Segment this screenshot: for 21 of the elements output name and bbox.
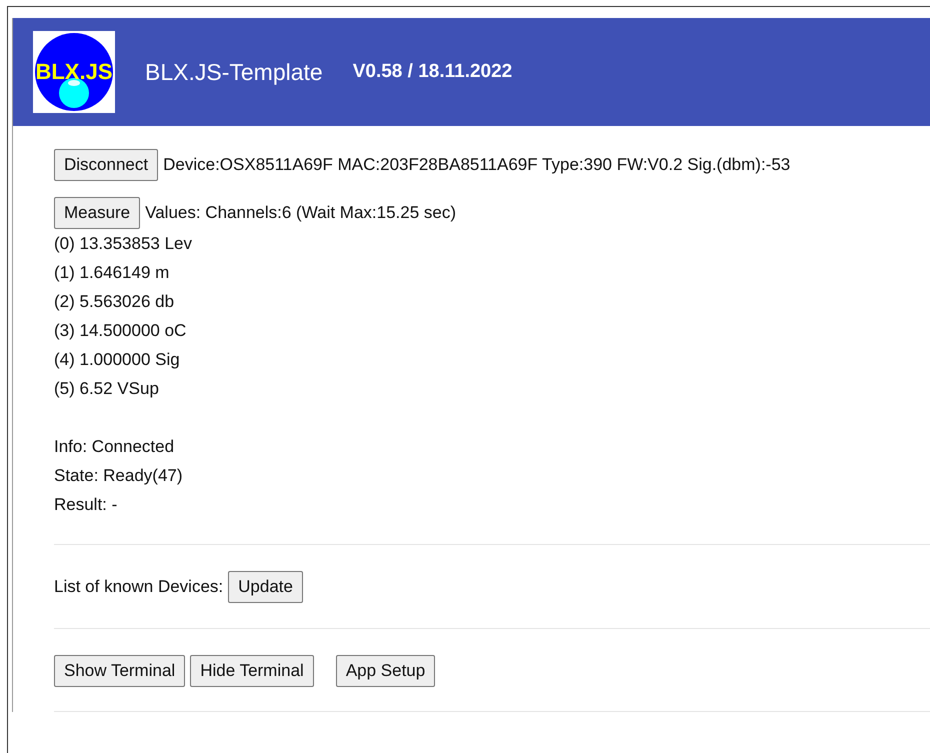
channel-value: (3) 14.500000 oC	[54, 320, 188, 342]
update-button[interactable]: Update	[228, 571, 303, 603]
status-text: Info: Connected	[54, 436, 176, 458]
channel-value: (4) 1.000000 Sig	[54, 349, 181, 371]
version-text: V0.58 / 18.11.2022	[352, 61, 512, 83]
measure-button[interactable]: Measure	[54, 197, 140, 229]
device-info: Device:OSX8511A69F MAC:203F28BA8511A69F Type:390 FW:V0.2 Sig.(dbm):-53	[163, 155, 790, 175]
channel-value: (2) 5.563026 db	[54, 291, 176, 313]
logo: BLX.JS	[33, 31, 115, 113]
status-text: Result: -	[54, 494, 118, 516]
channel-value: (1) 1.646149 m	[54, 262, 170, 284]
channel-value: (0) 13.353853 Lev	[54, 233, 193, 255]
terminal-button[interactable]: Show Terminal	[54, 655, 186, 687]
app-setup-button[interactable]: App Setup	[336, 655, 436, 687]
app-title: BLX.JS-Template	[145, 58, 323, 86]
terminal-button[interactable]: Hide Terminal	[190, 655, 314, 687]
devices-label: List of known Devices:	[54, 577, 224, 597]
channel-value: (5) 6.52 VSup	[54, 378, 160, 400]
disconnect-button[interactable]: Disconnect	[54, 149, 158, 181]
channels-info: Values: Channels:6 (Wait Max:15.25 sec)	[145, 203, 456, 223]
status-text: State: Ready(47)	[54, 465, 184, 487]
